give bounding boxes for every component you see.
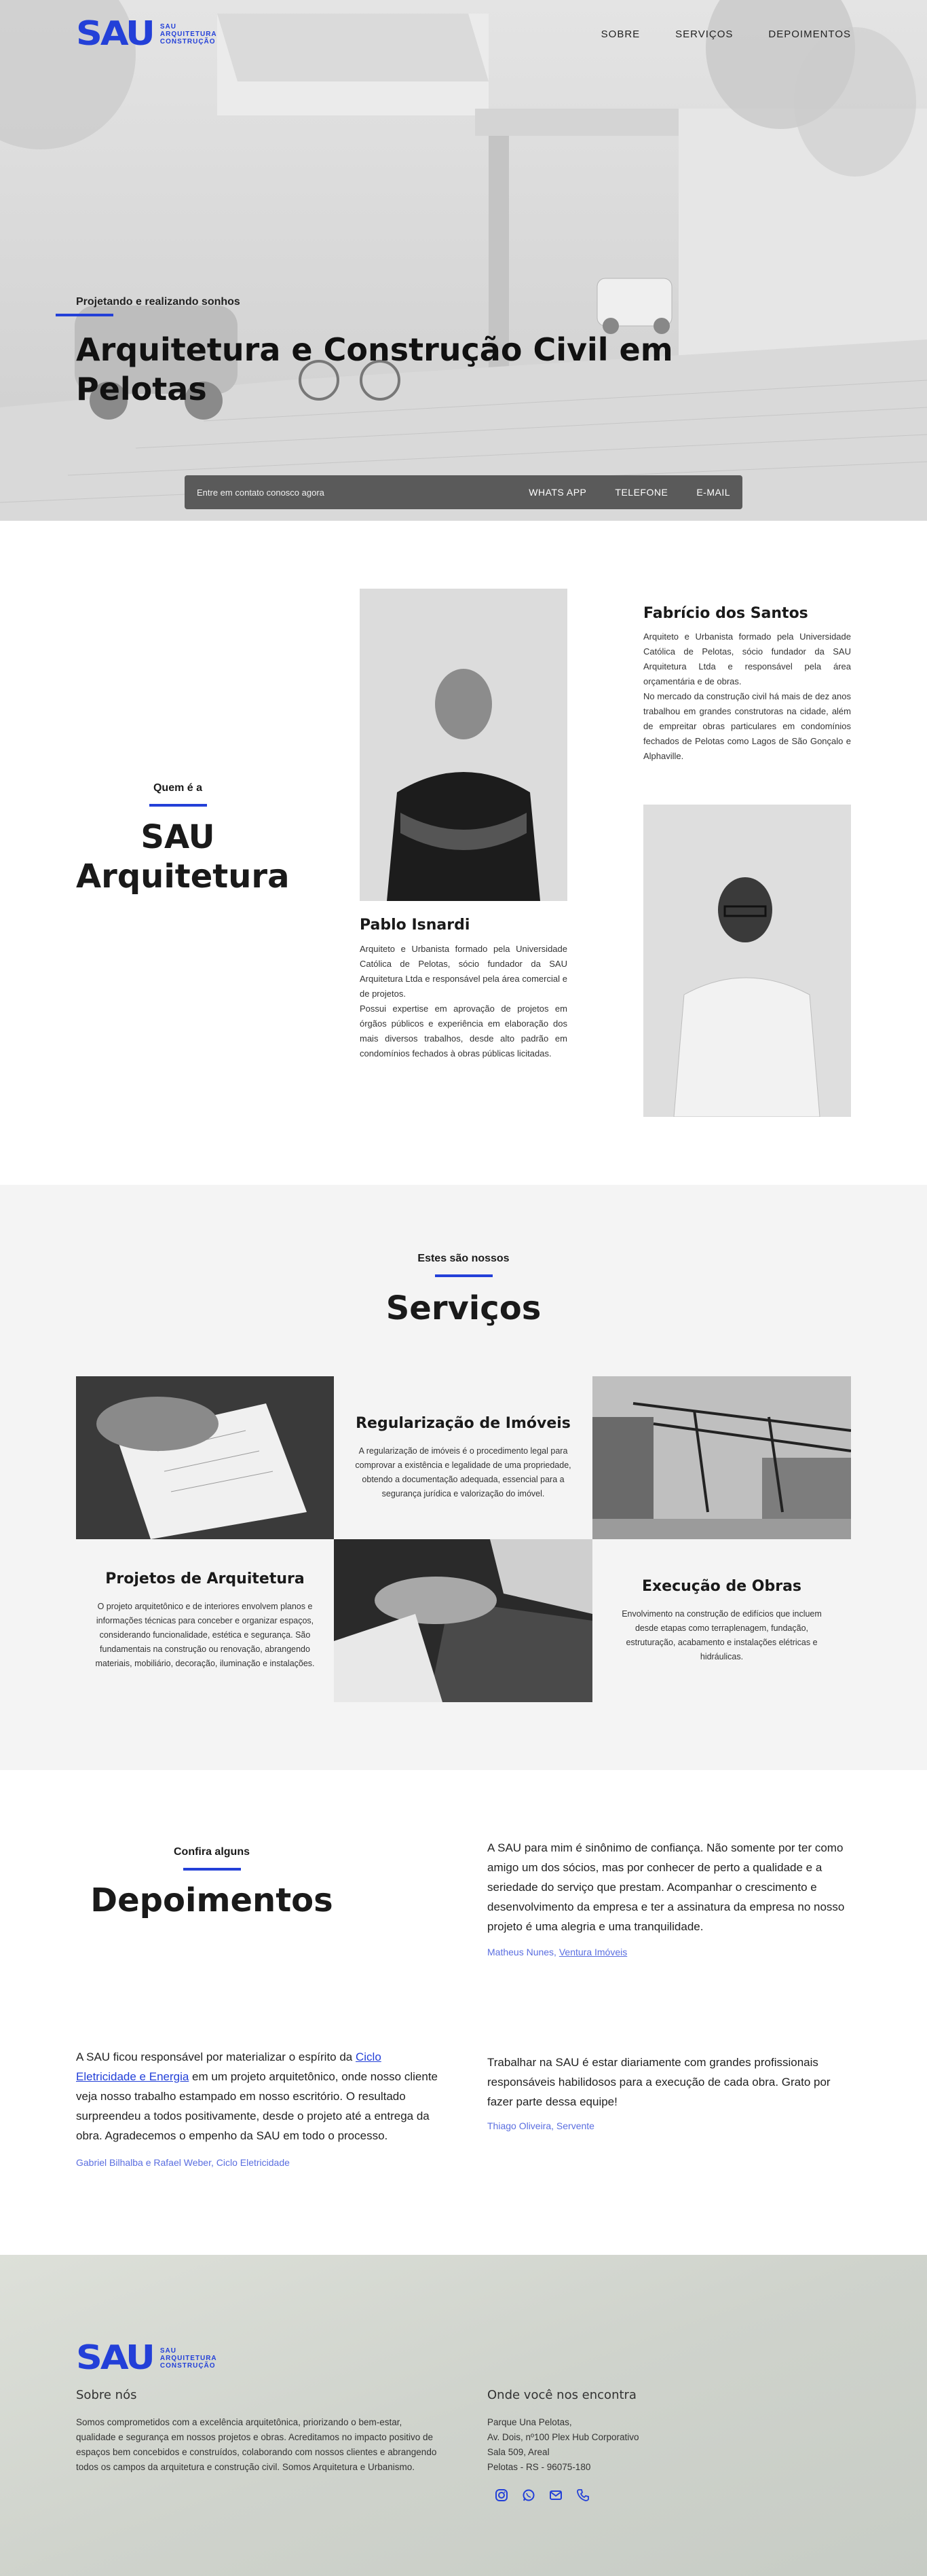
accent-bar: [56, 314, 113, 316]
hero-title: Arquitetura e Construção Civil em Pelota…: [76, 331, 673, 407]
services-grid: Regularização de Imóveis A regularização…: [76, 1376, 851, 1702]
testimonial-author-link[interactable]: Ventura Imóveis: [559, 1947, 627, 1957]
person-bio-pablo: Arquiteto e Urbanista formado pela Unive…: [360, 944, 567, 1059]
testimonial-text: A SAU ficou responsável por materializar…: [76, 2050, 438, 2142]
phone-icon[interactable]: [574, 2486, 592, 2504]
contact-telefone-link[interactable]: TELEFONE: [615, 487, 668, 498]
service-card-execucao: Execução de Obras Envolvimento na constr…: [592, 1539, 851, 1702]
testimonial-author: Gabriel Bilhalba e Rafael Weber, Ciclo E…: [76, 2157, 290, 2168]
hero-section: SAU SAU ARQUITETURA CONSTRUÇÃO SOBRE SER…: [0, 0, 927, 521]
services-section: Estes são nossos Serviços Regularização …: [0, 1185, 927, 1770]
footer-about-text: Somos comprometidos com a excelência arq…: [76, 2417, 437, 2472]
person-bio-fabricio: Arquiteto e Urbanista formado pela Unive…: [643, 631, 851, 761]
services-title: Serviços: [385, 1289, 542, 1327]
about-section: Quem é a SAU Arquitetura Pablo Isnardi A…: [0, 521, 927, 1185]
logo-wordmark: SAU ARQUITETURA CONSTRUÇÃO: [159, 22, 217, 45]
testimonial-text: Trabalhar na SAU é estar diariamente com…: [487, 2056, 831, 2108]
service-title: Regularização de Imóveis: [356, 1414, 571, 1432]
accent-bar: [149, 804, 207, 807]
footer-about-title: Sobre nós: [76, 2388, 137, 2402]
testimonial-author: Thiago Oliveira, Servente: [487, 2120, 594, 2131]
person-name-fabricio: Fabrício dos Santos: [643, 605, 808, 622]
instagram-icon[interactable]: [493, 2486, 510, 2504]
service-card-projetos: Projetos de Arquitetura O projeto arquit…: [76, 1539, 334, 1702]
service-text: A regularização de imóveis é o procedime…: [355, 1446, 571, 1498]
testimonial-text: A SAU para mim é sinônimo de confiança. …: [487, 1841, 845, 1933]
whatsapp-icon[interactable]: [520, 2486, 537, 2504]
hero-content: Projetando e realizando sonhos Arquitetu…: [56, 296, 687, 409]
service-title: Projetos de Arquitetura: [105, 1570, 305, 1587]
testimonials-section: Confira alguns Depoimentos A SAU para mi…: [0, 1770, 927, 2255]
nav-links: SOBRE SERVIÇOS DEPOIMENTOS: [601, 29, 851, 40]
logo-mark: SAU: [76, 2338, 155, 2377]
service-image-laptop: [334, 1539, 592, 1702]
footer-address-title: Onde você nos encontra: [487, 2388, 637, 2402]
contact-whatsapp-link[interactable]: WHATS APP: [529, 487, 586, 498]
services-heading: Estes são nossos Serviços: [0, 1253, 927, 1327]
contact-bar: Entre em contato conosco agora WHATS APP…: [185, 475, 742, 509]
footer: SAU SAU ARQUITETURA CONSTRUÇÃO Sobre nós…: [0, 2255, 927, 2576]
email-icon[interactable]: [547, 2486, 565, 2504]
service-image-construction: [592, 1376, 851, 1539]
nav-link-servicos[interactable]: SERVIÇOS: [675, 29, 733, 40]
accent-bar: [183, 1868, 241, 1871]
testimonials-title: Depoimentos: [90, 1881, 333, 1919]
hero-background-image: [0, 0, 927, 521]
brand-logo[interactable]: SAU SAU ARQUITETURA CONSTRUÇÃO: [76, 16, 217, 52]
nav-link-sobre[interactable]: SOBRE: [601, 29, 641, 40]
about-eyebrow: Quem é a: [153, 782, 203, 794]
footer-social-icons: [493, 2486, 592, 2504]
service-title: Execução de Obras: [641, 1577, 802, 1595]
contact-email-link[interactable]: E-MAIL: [696, 487, 730, 498]
accent-bar: [434, 1274, 493, 1277]
contact-bar-text: Entre em contato conosco agora: [197, 487, 324, 498]
hero-eyebrow: Projetando e realizando sonhos: [76, 296, 240, 308]
logo-mark: SAU: [76, 14, 155, 53]
testimonials-heading: Confira alguns Depoimentos: [76, 1846, 347, 1919]
nav-link-depoimentos[interactable]: DEPOIMENTOS: [768, 29, 851, 40]
services-eyebrow: Estes são nossos: [417, 1253, 510, 1264]
testimonials-eyebrow: Confira alguns: [173, 1846, 250, 1858]
photo-pablo: [360, 589, 567, 901]
about-title: SAU Arquitetura: [76, 818, 290, 896]
service-text: Envolvimento na construção de edifícios …: [622, 1608, 822, 1661]
service-image-drawing: [76, 1376, 334, 1539]
service-card-regularizacao: Regularização de Imóveis A regularização…: [334, 1376, 592, 1539]
testimonial-author: Matheus Nunes, Ventura Imóveis: [487, 1947, 628, 1957]
footer-address: Parque Una Pelotas, Av. Dois, nº100 Plex…: [487, 2417, 639, 2472]
footer-logo[interactable]: SAU SAU ARQUITETURA CONSTRUÇÃO: [76, 2340, 217, 2376]
person-name-pablo: Pablo Isnardi: [360, 917, 470, 934]
about-heading: Quem é a SAU Arquitetura: [76, 782, 290, 896]
photo-fabricio: [643, 805, 851, 1117]
service-text: O projeto arquitetônico e de interiores …: [95, 1602, 315, 1668]
top-navigation: SAU SAU ARQUITETURA CONSTRUÇÃO SOBRE SER…: [0, 0, 927, 68]
logo-wordmark: SAU ARQUITETURA CONSTRUÇÃO: [159, 2347, 217, 2370]
